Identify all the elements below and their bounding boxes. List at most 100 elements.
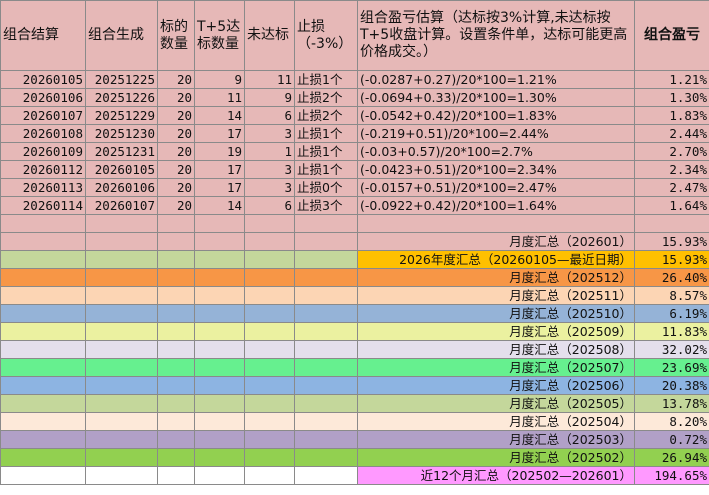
empty-cell[interactable] xyxy=(0,466,86,485)
cell-hit[interactable]: 11 xyxy=(194,88,245,107)
empty-cell[interactable] xyxy=(85,376,158,395)
summary-value[interactable]: 0.72% xyxy=(634,430,709,449)
empty-cell[interactable] xyxy=(294,286,358,305)
cell-settle[interactable]: 20260114 xyxy=(0,196,86,215)
summary-label[interactable]: 月度汇总（202508） xyxy=(357,340,635,359)
empty-cell[interactable] xyxy=(85,232,158,251)
empty-cell[interactable] xyxy=(157,322,195,341)
empty-cell[interactable] xyxy=(194,286,245,305)
empty-cell[interactable] xyxy=(0,214,86,233)
empty-cell[interactable] xyxy=(157,466,195,485)
empty-cell[interactable] xyxy=(85,448,158,467)
empty-cell[interactable] xyxy=(294,412,358,431)
cell-pnl[interactable]: 1.64% xyxy=(634,196,709,215)
summary-label[interactable]: 月度汇总（202511） xyxy=(357,286,635,305)
empty-cell[interactable] xyxy=(294,250,358,269)
empty-cell[interactable] xyxy=(244,232,295,251)
cell-count[interactable]: 20 xyxy=(157,124,195,143)
cell-hit[interactable]: 17 xyxy=(194,124,245,143)
empty-cell[interactable] xyxy=(194,430,245,449)
cell-generate[interactable]: 20260107 xyxy=(85,196,158,215)
cell-generate[interactable]: 20251225 xyxy=(85,70,158,89)
cell-hit[interactable]: 14 xyxy=(194,106,245,125)
empty-cell[interactable] xyxy=(0,376,86,395)
empty-cell[interactable] xyxy=(244,430,295,449)
summary-value[interactable]: 20.38% xyxy=(634,376,709,395)
cell-pnl[interactable]: 1.21% xyxy=(634,70,709,89)
empty-cell[interactable] xyxy=(294,394,358,413)
cell-calc[interactable]: (-0.0157+0.51)/20*100=2.47% xyxy=(357,178,635,197)
summary-label[interactable]: 近12个月汇总（202502—202601） xyxy=(357,466,635,485)
header-settle[interactable]: 组合结算 xyxy=(0,0,86,71)
empty-cell[interactable] xyxy=(157,286,195,305)
empty-cell[interactable] xyxy=(157,412,195,431)
empty-cell[interactable] xyxy=(157,304,195,323)
header-generate[interactable]: 组合生成 xyxy=(85,0,158,71)
summary-value[interactable]: 6.19% xyxy=(634,304,709,323)
cell-generate[interactable]: 20251231 xyxy=(85,142,158,161)
cell-hit[interactable]: 9 xyxy=(194,70,245,89)
cell-stop-loss[interactable]: 止损1个 xyxy=(294,124,358,143)
summary-value[interactable]: 8.57% xyxy=(634,286,709,305)
cell-stop-loss[interactable]: 止损0个 xyxy=(294,178,358,197)
empty-cell[interactable] xyxy=(85,358,158,377)
empty-cell[interactable] xyxy=(157,376,195,395)
empty-cell[interactable] xyxy=(0,358,86,377)
empty-cell[interactable] xyxy=(0,286,86,305)
cell-pnl[interactable]: 1.83% xyxy=(634,106,709,125)
cell-miss[interactable]: 6 xyxy=(244,196,295,215)
empty-cell[interactable] xyxy=(244,412,295,431)
summary-value[interactable]: 194.65% xyxy=(634,466,709,485)
empty-cell[interactable] xyxy=(294,304,358,323)
empty-cell[interactable] xyxy=(157,250,195,269)
empty-cell[interactable] xyxy=(294,322,358,341)
empty-cell[interactable] xyxy=(85,268,158,287)
cell-settle[interactable]: 20260112 xyxy=(0,160,86,179)
empty-cell[interactable] xyxy=(294,376,358,395)
cell-count[interactable]: 20 xyxy=(157,196,195,215)
cell-miss[interactable]: 1 xyxy=(244,142,295,161)
cell-count[interactable]: 20 xyxy=(157,178,195,197)
cell-miss[interactable]: 6 xyxy=(244,106,295,125)
cell-calc[interactable]: (-0.219+0.51)/20*100=2.44% xyxy=(357,124,635,143)
cell-miss[interactable]: 9 xyxy=(244,88,295,107)
cell-calc[interactable]: (-0.0423+0.51)/20*100=2.34% xyxy=(357,160,635,179)
summary-value[interactable]: 23.69% xyxy=(634,358,709,377)
cell-calc[interactable]: (-0.0542+0.42)/20*100=1.83% xyxy=(357,106,635,125)
empty-cell[interactable] xyxy=(294,268,358,287)
cell-pnl[interactable]: 2.47% xyxy=(634,178,709,197)
empty-cell[interactable] xyxy=(85,214,158,233)
cell-settle[interactable]: 20260108 xyxy=(0,124,86,143)
header-pnl[interactable]: 组合盈亏 xyxy=(634,0,709,71)
empty-cell[interactable] xyxy=(157,268,195,287)
empty-cell[interactable] xyxy=(0,268,86,287)
cell-pnl[interactable]: 1.30% xyxy=(634,88,709,107)
cell-calc[interactable]: (-0.0287+0.27)/20*100=1.21% xyxy=(357,70,635,89)
cell-miss[interactable]: 3 xyxy=(244,160,295,179)
empty-cell[interactable] xyxy=(0,250,86,269)
summary-label[interactable]: 月度汇总（202510） xyxy=(357,304,635,323)
empty-cell[interactable] xyxy=(85,304,158,323)
empty-cell[interactable] xyxy=(244,214,295,233)
header-calc[interactable]: 组合盈亏估算（达标按3%计算,未达标按T+5收盘计算。设置条件单，达标可能更高价… xyxy=(357,0,635,71)
empty-cell[interactable] xyxy=(194,412,245,431)
cell-stop-loss[interactable]: 止损3个 xyxy=(294,196,358,215)
empty-cell[interactable] xyxy=(294,340,358,359)
summary-label[interactable]: 月度汇总（202601） xyxy=(357,232,635,251)
cell-calc[interactable]: (-0.03+0.57)/20*100=2.7% xyxy=(357,142,635,161)
cell-settle[interactable]: 20260106 xyxy=(0,88,86,107)
cell-count[interactable]: 20 xyxy=(157,106,195,125)
summary-value[interactable]: 15.93% xyxy=(634,232,709,251)
empty-cell[interactable] xyxy=(0,430,86,449)
empty-cell[interactable] xyxy=(244,466,295,485)
cell-generate[interactable]: 20251229 xyxy=(85,106,158,125)
cell-pnl[interactable]: 2.44% xyxy=(634,124,709,143)
cell-hit[interactable]: 19 xyxy=(194,142,245,161)
empty-cell[interactable] xyxy=(0,304,86,323)
cell-stop-loss[interactable]: 止损2个 xyxy=(294,106,358,125)
empty-cell[interactable] xyxy=(244,286,295,305)
empty-cell[interactable] xyxy=(294,358,358,377)
empty-cell[interactable] xyxy=(194,250,245,269)
empty-cell[interactable] xyxy=(294,448,358,467)
empty-cell[interactable] xyxy=(244,268,295,287)
